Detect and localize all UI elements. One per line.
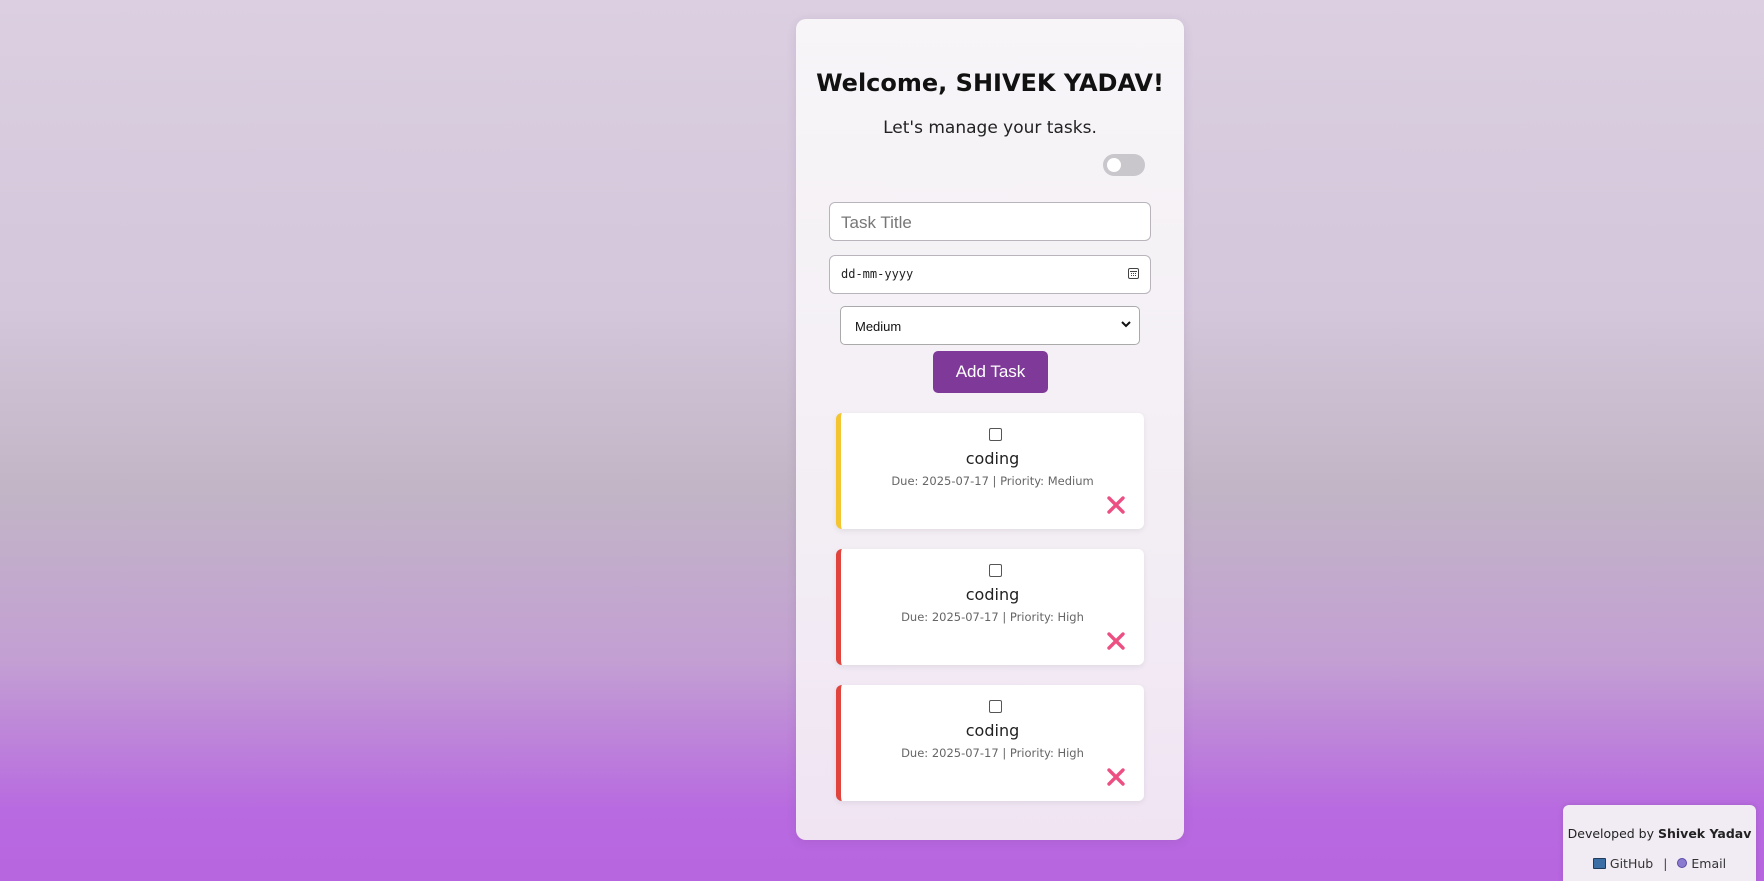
task-complete-checkbox[interactable] [989, 700, 1002, 713]
priority-select[interactable]: Medium [840, 306, 1140, 345]
task-complete-checkbox[interactable] [989, 564, 1002, 577]
developer-name: Shivek Yadav [1658, 826, 1752, 841]
developer-credit: Developed by Shivek Yadav [1563, 826, 1756, 841]
chevron-down-icon [1121, 321, 1131, 328]
email-icon [1677, 858, 1688, 868]
toggle-knob [1107, 158, 1121, 172]
page-subtitle: Let's manage your tasks. [883, 118, 1097, 138]
task-item: coding Due: 2025-07-17 | Priority: High [836, 549, 1144, 665]
delete-x-icon[interactable] [1105, 766, 1127, 788]
date-placeholder: dd-mm-yyyy [841, 267, 914, 281]
task-title: coding [965, 449, 1020, 468]
github-label: GitHub [1609, 856, 1654, 871]
github-link[interactable]: GitHub [1592, 856, 1654, 871]
task-title: coding [965, 721, 1020, 740]
delete-x-icon[interactable] [1105, 630, 1127, 652]
priority-selected-value: Medium [855, 319, 902, 334]
task-title: coding [965, 585, 1020, 604]
add-task-button[interactable]: Add Task [933, 351, 1048, 393]
task-meta: Due: 2025-07-17 | Priority: Medium [891, 474, 1094, 488]
task-meta: Due: 2025-07-17 | Priority: High [901, 610, 1084, 624]
footer-links: GitHub | Email [1563, 856, 1756, 871]
laptop-icon [1592, 858, 1606, 869]
link-separator: | [1663, 856, 1668, 871]
email-link[interactable]: Email [1677, 856, 1726, 871]
delete-x-icon[interactable] [1105, 494, 1127, 516]
developed-by-label: Developed by [1567, 826, 1655, 841]
theme-toggle[interactable] [1103, 154, 1145, 176]
due-date-input[interactable]: dd-mm-yyyy [829, 255, 1151, 294]
task-item: coding Due: 2025-07-17 | Priority: Mediu… [836, 413, 1144, 529]
email-label: Email [1691, 856, 1727, 871]
task-manager-card: Welcome, SHIVEK YADAV! Let's manage your… [796, 19, 1184, 840]
calendar-icon[interactable] [1128, 268, 1139, 279]
task-item: coding Due: 2025-07-17 | Priority: High [836, 685, 1144, 801]
task-meta: Due: 2025-07-17 | Priority: High [901, 746, 1084, 760]
page-title: Welcome, SHIVEK YADAV! [816, 69, 1164, 97]
task-complete-checkbox[interactable] [989, 428, 1002, 441]
developer-footer: Developed by Shivek Yadav GitHub | Email [1563, 805, 1756, 881]
task-title-placeholder: Task Title [841, 213, 912, 232]
task-title-input[interactable]: Task Title [829, 202, 1151, 241]
